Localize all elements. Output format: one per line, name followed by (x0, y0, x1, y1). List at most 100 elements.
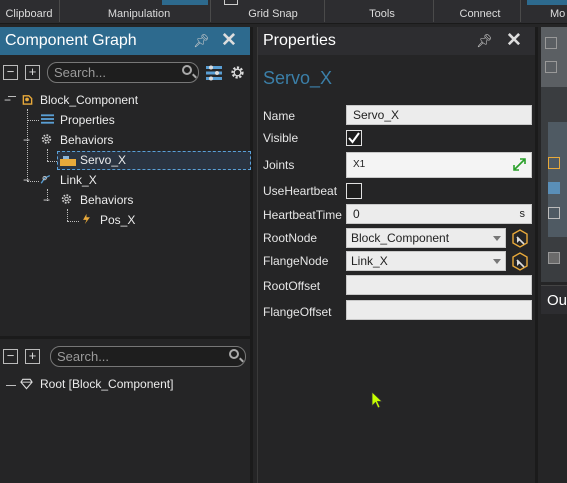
visible-checkbox[interactable] (346, 130, 362, 146)
filter-icon[interactable] (205, 65, 223, 81)
label-visible: Visible (263, 131, 299, 145)
flangeoffset-field[interactable] (346, 300, 532, 320)
behaviors-gear-icon (41, 134, 52, 144)
tree-node-block-component[interactable]: Block_Component (40, 91, 138, 109)
lower-search-input[interactable]: Search... (50, 346, 246, 367)
output-panel-title: Ou (541, 286, 567, 314)
rootnode-select[interactable]: Block_Component (346, 228, 506, 248)
label-flangenode: FlangeNode (263, 254, 329, 268)
chevron-down-icon (493, 236, 501, 241)
behaviors-gear-icon (61, 194, 72, 204)
checkmark-icon (348, 132, 360, 144)
tree-node-properties[interactable]: Properties (60, 111, 115, 129)
ribbon-group-tools[interactable]: Tools (362, 8, 402, 20)
ribbon-separator (210, 0, 211, 22)
collapse-all-button-lower[interactable]: − (3, 349, 18, 364)
ribbon-group-connect[interactable]: Connect (454, 8, 506, 20)
tree-node-pos[interactable]: Pos_X (100, 211, 135, 229)
checkbox-fragment-icon (224, 0, 238, 5)
label-useheartbeat: UseHeartbeat (263, 184, 338, 198)
pos-frame-icon (83, 213, 90, 225)
ribbon-separator (324, 0, 325, 22)
close-icon[interactable]: ✕ (506, 29, 522, 52)
ribbon-active-indicator (162, 0, 208, 5)
component-graph-titlebar: Component Graph 📌︎ ✕ (0, 27, 250, 55)
expand-diagonal-icon[interactable] (513, 158, 526, 171)
ribbon-separator (433, 0, 434, 22)
expand-all-button-lower[interactable]: + (25, 349, 40, 364)
tree-node-servo-selected[interactable]: Servo_X (57, 151, 251, 170)
graph-search-input[interactable]: Search... (47, 62, 199, 83)
view-cube-icon[interactable] (545, 37, 557, 49)
tree-node-servo-label: Servo_X (80, 153, 127, 167)
selected-object-name: Servo_X (263, 68, 333, 88)
pin-icon[interactable]: 📌︎ (476, 33, 493, 49)
tree-node-link-behaviors[interactable]: Behaviors (80, 191, 133, 209)
label-name: Name (263, 109, 296, 123)
heartbeattime-value: 0 (353, 207, 360, 221)
heartbeat-unit: s (519, 208, 526, 220)
joints-field[interactable]: X1 (346, 152, 532, 178)
label-joints: Joints (263, 158, 295, 172)
component-icon (548, 157, 560, 169)
panel-splitter[interactable] (0, 336, 250, 339)
joints-value: X1 (353, 159, 366, 170)
view-frame-icon[interactable] (545, 61, 557, 73)
tree-connector (67, 221, 79, 222)
heartbeattime-field[interactable]: 0 s (346, 204, 532, 224)
tree-expander[interactable]: − (23, 171, 30, 189)
properties-icon (41, 114, 54, 124)
tree-connector (47, 161, 57, 162)
ribbon-separator (59, 0, 60, 22)
tree-expander[interactable]: − (43, 191, 50, 209)
settings-gear-icon[interactable] (229, 64, 246, 81)
tree-expander[interactable]: − (4, 91, 11, 109)
grid-icon (548, 252, 560, 264)
ribbon-group-grid-snap[interactable]: Grid Snap (246, 8, 300, 20)
output-panel: Ou (541, 285, 567, 483)
flangenode-select[interactable]: Link_X (346, 251, 506, 271)
node-picker-icon[interactable] (511, 228, 529, 248)
label-heartbeattime: HeartbeatTime (263, 208, 342, 222)
ribbon-group-modeling[interactable]: Mo (550, 8, 567, 20)
ribbon: Clipboard Manipulation Grid Snap Tools C… (0, 0, 567, 24)
link-icon (40, 174, 51, 184)
mouse-cursor-icon (371, 391, 383, 409)
flangenode-value: Link_X (351, 254, 388, 268)
pin-icon[interactable]: 📌︎ (193, 33, 210, 49)
collapse-all-button[interactable]: − (3, 65, 18, 80)
label-rootnode: RootNode (263, 231, 318, 245)
lower-search-placeholder: Search... (57, 349, 110, 364)
ribbon-separator (520, 0, 521, 22)
label-rootoffset: RootOffset (263, 279, 321, 293)
rootoffset-field[interactable] (346, 275, 532, 295)
tree-connector (47, 149, 48, 161)
rootnode-value: Block_Component (351, 231, 450, 245)
tree-node-behaviors[interactable]: Behaviors (60, 131, 113, 149)
servo-controller-icon (60, 156, 76, 166)
tree-expander[interactable]: − (23, 131, 30, 149)
component-icon (22, 95, 33, 105)
blue-block-icon (548, 182, 560, 194)
expand-all-button[interactable]: + (25, 65, 40, 80)
label-flangeoffset: FlangeOffset (263, 305, 332, 319)
viewport-toolbar (541, 27, 567, 87)
search-icon (229, 349, 239, 359)
tree-node-root[interactable]: Root [Block_Component] (40, 375, 173, 393)
close-icon[interactable]: ✕ (221, 29, 237, 52)
node-picker-icon[interactable] (511, 251, 529, 271)
name-field[interactable]: Servo_X (346, 105, 532, 125)
viewport-geometry (548, 122, 567, 237)
graph-search-placeholder: Search... (54, 65, 107, 80)
tree-connector (6, 385, 16, 386)
ribbon-group-clipboard[interactable]: Clipboard (4, 8, 54, 20)
tree-connector (27, 120, 39, 121)
useheartbeat-checkbox[interactable] (346, 183, 362, 199)
properties-title: Properties (263, 32, 336, 49)
properties-titlebar: Properties 📌︎ ✕ (258, 27, 535, 55)
viewport-panel[interactable] (541, 27, 567, 282)
tree-node-link[interactable]: Link_X (60, 171, 97, 189)
component-graph-panel: Component Graph 📌︎ ✕ − + Search... − Blo… (0, 27, 253, 483)
ribbon-group-manipulation[interactable]: Manipulation (100, 8, 178, 20)
gear-icon (548, 207, 560, 219)
